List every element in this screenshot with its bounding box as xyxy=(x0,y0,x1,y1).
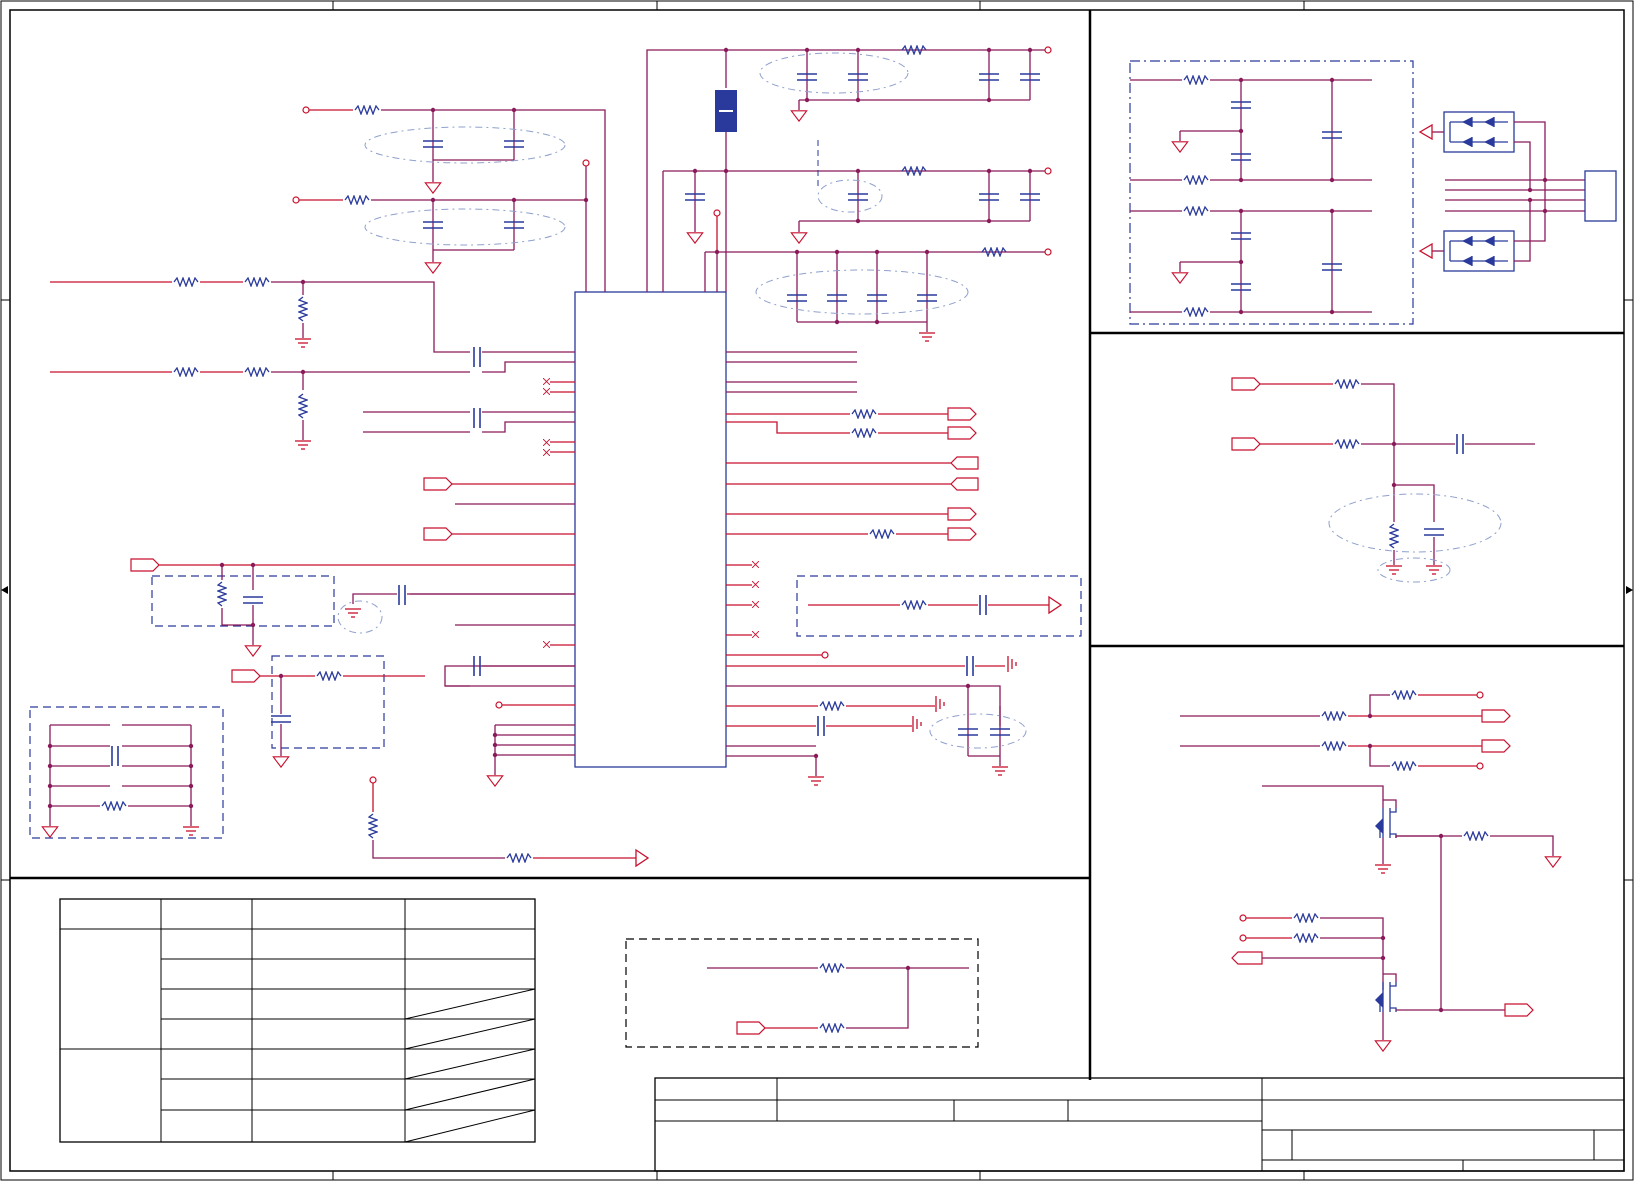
reset-rc-block xyxy=(231,655,425,768)
rc-filter-block xyxy=(151,562,575,657)
title-block xyxy=(654,1077,1625,1172)
analog-input-network xyxy=(50,277,575,456)
ic-right-pins xyxy=(726,351,1027,786)
signal-mixing-section xyxy=(1231,377,1535,583)
mosfet-switch-section xyxy=(1180,690,1562,1052)
connector-esd-section xyxy=(1129,60,1617,325)
option-table xyxy=(59,898,536,1143)
mosfet-lower xyxy=(1375,982,1397,1012)
ground-icon xyxy=(790,110,808,122)
bypass-cap-bank xyxy=(29,706,224,839)
left-supply-filters xyxy=(292,105,606,292)
sheet-frame xyxy=(0,0,1634,1181)
tvs-diode-array-top xyxy=(1443,111,1515,153)
schematic-sheet xyxy=(0,0,1634,1181)
tvs-diode-array-bottom xyxy=(1443,230,1515,272)
left-signal-ports xyxy=(130,477,575,648)
main-ic[interactable] xyxy=(574,291,727,768)
resistor-option-block xyxy=(625,938,979,1048)
series-rc-block xyxy=(796,575,1082,637)
connector[interactable] xyxy=(1584,170,1617,222)
input-port-flag xyxy=(423,477,453,491)
mosfet-upper xyxy=(1262,785,1397,838)
